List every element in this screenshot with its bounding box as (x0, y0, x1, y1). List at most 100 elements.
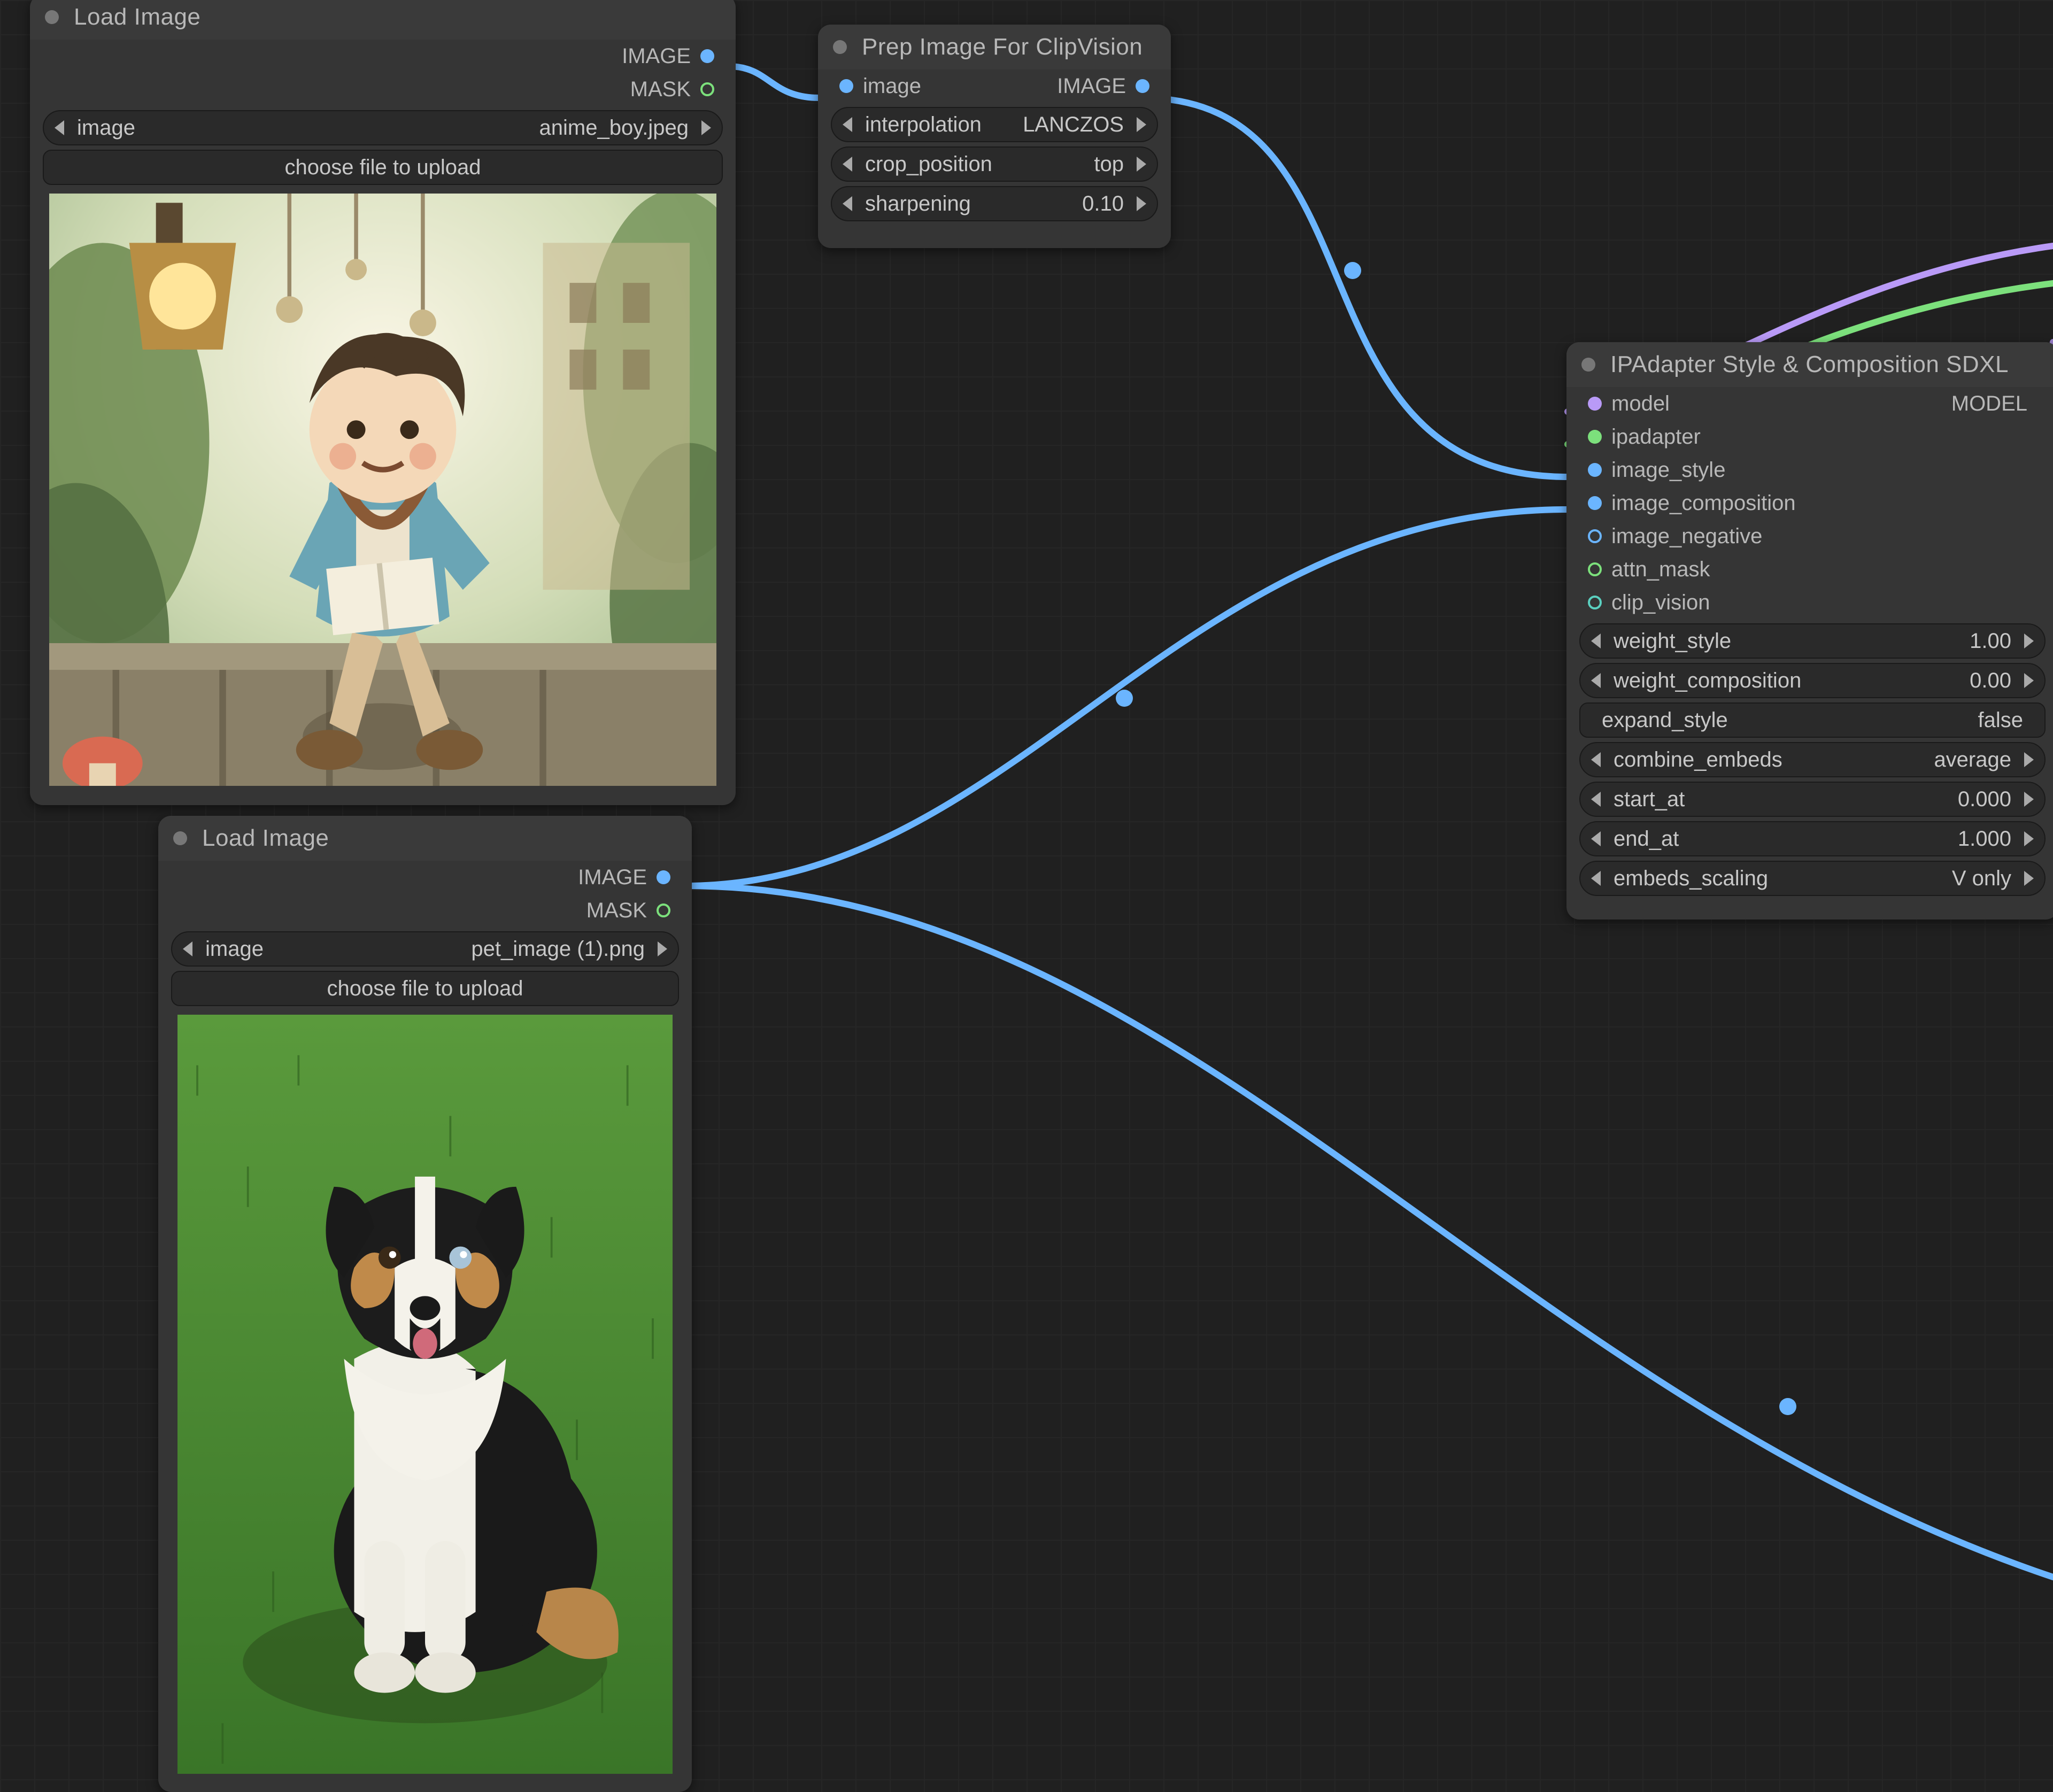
collapse-dot-icon[interactable] (173, 831, 187, 845)
chevron-right-icon[interactable] (1137, 117, 1146, 132)
widget-value: 0.10 (1082, 192, 1124, 216)
input-port-image[interactable]: image (818, 69, 994, 103)
chevron-right-icon[interactable] (2024, 634, 2034, 648)
chevron-left-icon[interactable] (843, 196, 852, 211)
node-header[interactable]: Load Image (30, 0, 736, 40)
chevron-left-icon[interactable] (1591, 752, 1601, 767)
chevron-left-icon[interactable] (1591, 673, 1601, 688)
widget-end-at[interactable]: end_at 1.000 (1579, 821, 2046, 856)
widget-value: average (1934, 748, 2011, 772)
port-dot-icon[interactable] (839, 79, 853, 93)
port-label: clip_vision (1611, 591, 1710, 615)
widget-expand-style[interactable]: expand_style false (1579, 702, 2046, 738)
port-dot-icon[interactable] (1588, 463, 1602, 477)
widget-value: 1.00 (1970, 629, 2011, 653)
output-port-image[interactable]: IMAGE (158, 861, 692, 894)
widget-label: weight_composition (1614, 669, 1801, 693)
chevron-left-icon[interactable] (1591, 792, 1601, 807)
collapse-dot-icon[interactable] (1581, 358, 1595, 372)
widget-label: weight_style (1614, 629, 1731, 653)
port-label-image: IMAGE (622, 44, 691, 68)
widget-label: start_at (1614, 787, 1685, 812)
chevron-right-icon[interactable] (1137, 157, 1146, 172)
widget-crop-position[interactable]: crop_position top (831, 146, 1158, 182)
image-preview[interactable] (177, 1015, 673, 1774)
widget-value: false (1978, 708, 2024, 732)
widget-label: end_at (1614, 827, 1679, 851)
output-port-image[interactable]: IMAGE (30, 40, 736, 73)
input-port-image-composition[interactable]: image_composition (1566, 486, 2053, 520)
chevron-right-icon[interactable] (2024, 831, 2034, 846)
port-dot-icon[interactable] (657, 870, 670, 884)
widget-value: LANCZOS (1023, 113, 1124, 137)
chevron-left-icon[interactable] (183, 941, 192, 956)
widget-embeds-scaling[interactable]: embeds_scaling V only (1579, 861, 2046, 896)
node-header[interactable]: Prep Image For ClipVision (818, 25, 1171, 69)
widget-weight-style[interactable]: weight_style 1.00 (1579, 623, 2046, 659)
node-load-image-1[interactable]: Load Image IMAGE MASK image anime_boy.jp… (30, 0, 736, 805)
widget-value: anime_boy.jpeg (539, 116, 689, 140)
input-port-clip-vision[interactable]: clip_vision (1566, 586, 2053, 619)
chevron-left-icon[interactable] (1591, 871, 1601, 886)
port-dot-icon[interactable] (1588, 430, 1602, 444)
port-label: image_negative (1611, 524, 1762, 549)
output-port-mask[interactable]: MASK (158, 894, 692, 927)
node-graph-canvas[interactable]: { "nodes": { "load1": { "title": "Load I… (0, 0, 2053, 1792)
chevron-left-icon[interactable] (1591, 634, 1601, 648)
node-header[interactable]: Load Image (158, 816, 692, 861)
widget-label: combine_embeds (1614, 748, 1782, 772)
chevron-right-icon[interactable] (658, 941, 667, 956)
widget-label: sharpening (865, 192, 971, 216)
widget-image-selector[interactable]: image pet_image (1).png (171, 931, 679, 967)
widget-label: crop_position (865, 152, 992, 176)
port-dot-icon[interactable] (1588, 562, 1602, 576)
port-dot-icon[interactable] (1588, 397, 1602, 411)
node-header[interactable]: IPAdapter Style & Composition SDXL (1566, 342, 2053, 387)
image-preview[interactable] (49, 194, 716, 786)
input-port-ipadapter[interactable]: ipadapter (1566, 420, 2053, 453)
upload-button[interactable]: choose file to upload (171, 971, 679, 1006)
port-dot-icon[interactable] (1588, 596, 1602, 609)
collapse-dot-icon[interactable] (833, 40, 847, 54)
chevron-right-icon[interactable] (2024, 673, 2034, 688)
chevron-right-icon[interactable] (2024, 752, 2034, 767)
input-port-image-style[interactable]: image_style (1566, 453, 2053, 486)
widget-interpolation[interactable]: interpolation LANCZOS (831, 107, 1158, 142)
chevron-left-icon[interactable] (55, 120, 64, 135)
chevron-right-icon[interactable] (2024, 871, 2034, 886)
port-label: image (863, 74, 921, 98)
widget-image-selector[interactable]: image anime_boy.jpeg (43, 110, 723, 145)
collapse-dot-icon[interactable] (45, 10, 59, 24)
node-load-image-2[interactable]: Load Image IMAGE MASK image pet_image (1… (158, 816, 692, 1792)
chevron-right-icon[interactable] (701, 120, 711, 135)
port-label: IMAGE (1057, 74, 1126, 98)
chevron-right-icon[interactable] (2024, 792, 2034, 807)
output-port-mask[interactable]: MASK (30, 73, 736, 106)
widget-label: embeds_scaling (1614, 867, 1768, 891)
chevron-left-icon[interactable] (1591, 831, 1601, 846)
upload-button[interactable]: choose file to upload (43, 150, 723, 185)
output-port-image[interactable]: IMAGE (994, 69, 1171, 103)
widget-weight-composition[interactable]: weight_composition 0.00 (1579, 663, 2046, 698)
widget-sharpening[interactable]: sharpening 0.10 (831, 186, 1158, 221)
port-dot-icon[interactable] (700, 49, 714, 63)
chevron-left-icon[interactable] (843, 117, 852, 132)
chevron-left-icon[interactable] (843, 157, 852, 172)
widget-start-at[interactable]: start_at 0.000 (1579, 782, 2046, 817)
chevron-right-icon[interactable] (1137, 196, 1146, 211)
port-dot-icon[interactable] (700, 82, 714, 96)
node-prep-image-clipvision[interactable]: Prep Image For ClipVision image IMAGE in… (818, 25, 1171, 248)
port-dot-icon[interactable] (657, 903, 670, 917)
link-midpoint-load2-off (1779, 1398, 1796, 1415)
link-load1-to-prep (728, 66, 820, 98)
input-port-model[interactable]: model (1566, 387, 1942, 420)
input-port-attn-mask[interactable]: attn_mask (1566, 553, 2053, 586)
widget-combine-embeds[interactable]: combine_embeds average (1579, 742, 2046, 777)
port-dot-icon[interactable] (1136, 79, 1149, 93)
port-dot-icon[interactable] (1588, 529, 1602, 543)
port-label: image_composition (1611, 491, 1796, 515)
output-port-model[interactable]: MODEL (1942, 387, 2053, 420)
input-port-image-negative[interactable]: image_negative (1566, 520, 2053, 553)
port-dot-icon[interactable] (1588, 496, 1602, 510)
node-ipadapter-style-composition[interactable]: IPAdapter Style & Composition SDXL model… (1566, 342, 2053, 920)
